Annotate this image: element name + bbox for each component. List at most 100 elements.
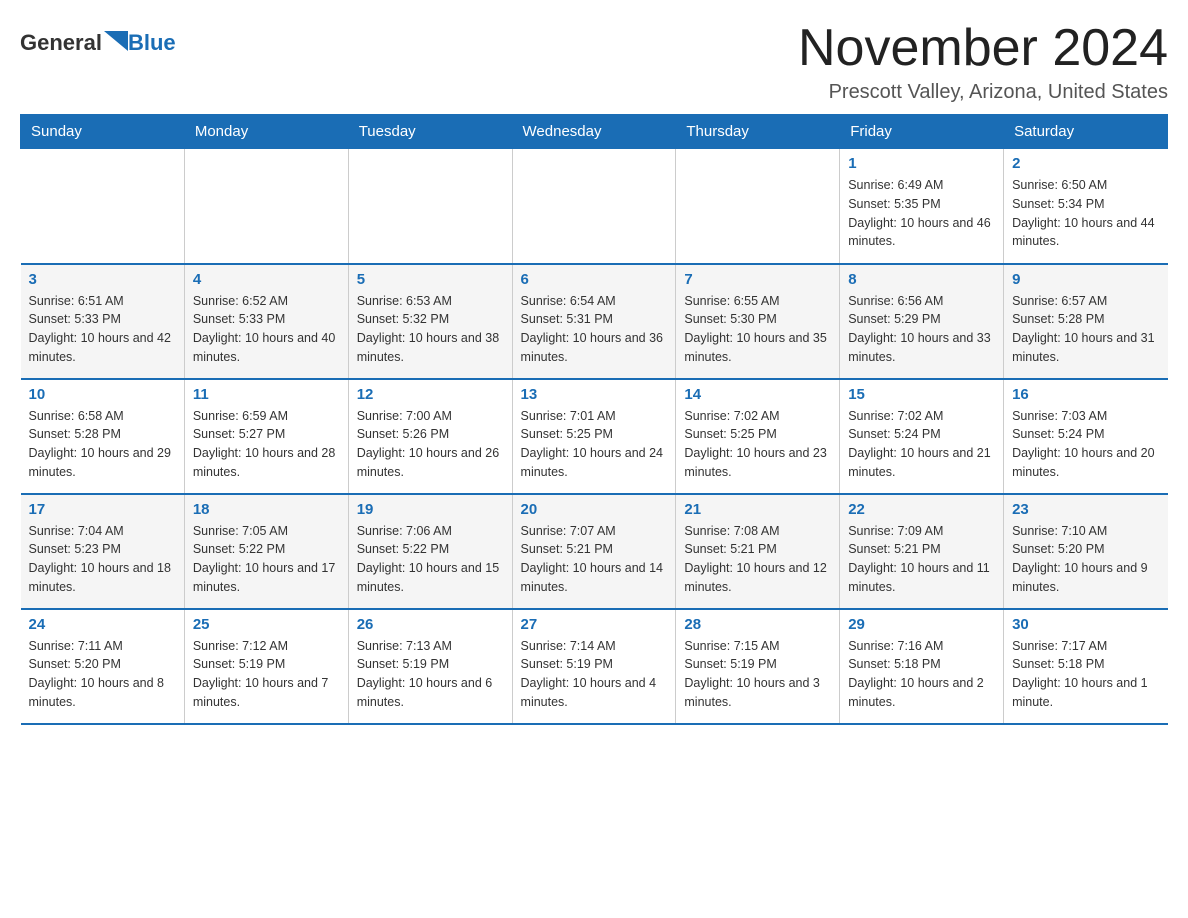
day-number: 5 [357,271,504,288]
day-info: Sunrise: 7:16 AMSunset: 5:18 PMDaylight:… [848,637,995,712]
day-number: 1 [848,155,995,172]
day-info: Sunrise: 7:01 AMSunset: 5:25 PMDaylight:… [521,407,668,482]
day-number: 20 [521,501,668,518]
day-info: Sunrise: 7:14 AMSunset: 5:19 PMDaylight:… [521,637,668,712]
calendar-day-cell [184,149,348,264]
calendar-day-cell: 1 Sunrise: 6:49 AMSunset: 5:35 PMDaylight… [840,149,1004,264]
calendar-day-cell [348,149,512,264]
day-info: Sunrise: 6:56 AMSunset: 5:29 PMDaylight:… [848,292,995,367]
day-info: Sunrise: 6:55 AMSunset: 5:30 PMDaylight:… [684,292,831,367]
calendar-week-row: 3Sunrise: 6:51 AMSunset: 5:33 PMDaylight… [21,264,1168,379]
day-number: 14 [684,386,831,403]
day-info: Sunrise: 7:17 AMSunset: 5:18 PMDaylight:… [1012,637,1159,712]
day-info: Sunrise: 7:10 AMSunset: 5:20 PMDaylight:… [1012,522,1159,597]
day-info: Sunrise: 7:15 AMSunset: 5:19 PMDaylight:… [684,637,831,712]
calendar-day-cell: 18 Sunrise: 7:05 AMSunset: 5:22 PMDayligh… [184,494,348,609]
calendar-day-cell: 8 Sunrise: 6:56 AMSunset: 5:29 PMDaylight… [840,264,1004,379]
title-area: November 2024 Prescott Valley, Arizona, … [798,20,1168,104]
calendar-week-row: 10Sunrise: 6:58 AMSunset: 5:28 PMDayligh… [21,379,1168,494]
calendar-day-cell: 19 Sunrise: 7:06 AMSunset: 5:22 PMDayligh… [348,494,512,609]
calendar-day-cell: 26 Sunrise: 7:13 AMSunset: 5:19 PMDayligh… [348,609,512,724]
weekday-header-saturday: Saturday [1004,115,1168,149]
day-number: 22 [848,501,995,518]
calendar-day-cell: 16 Sunrise: 7:03 AMSunset: 5:24 PMDayligh… [1004,379,1168,494]
day-number: 7 [684,271,831,288]
calendar-day-cell: 20Sunrise: 7:07 AMSunset: 5:21 PMDayligh… [512,494,676,609]
weekday-header-monday: Monday [184,115,348,149]
logo-general-text: General [20,30,102,56]
day-info: Sunrise: 7:04 AMSunset: 5:23 PMDaylight:… [29,522,176,597]
day-info: Sunrise: 6:54 AMSunset: 5:31 PMDaylight:… [521,292,668,367]
day-number: 25 [193,616,340,633]
day-info: Sunrise: 6:59 AMSunset: 5:27 PMDaylight:… [193,407,340,482]
day-number: 12 [357,386,504,403]
day-number: 11 [193,386,340,403]
day-info: Sunrise: 6:58 AMSunset: 5:28 PMDaylight:… [29,407,176,482]
calendar-table: SundayMondayTuesdayWednesdayThursdayFrid… [20,114,1168,725]
day-info: Sunrise: 7:09 AMSunset: 5:21 PMDaylight:… [848,522,995,597]
day-info: Sunrise: 7:00 AMSunset: 5:26 PMDaylight:… [357,407,504,482]
weekday-header-thursday: Thursday [676,115,840,149]
day-info: Sunrise: 7:05 AMSunset: 5:22 PMDaylight:… [193,522,340,597]
location: Prescott Valley, Arizona, United States [798,81,1168,104]
day-number: 17 [29,501,176,518]
calendar-day-cell: 25Sunrise: 7:12 AMSunset: 5:19 PMDayligh… [184,609,348,724]
month-title: November 2024 [798,20,1168,77]
day-number: 6 [521,271,668,288]
day-info: Sunrise: 7:06 AMSunset: 5:22 PMDaylight:… [357,522,504,597]
calendar-day-cell: 24Sunrise: 7:11 AMSunset: 5:20 PMDayligh… [21,609,185,724]
day-number: 23 [1012,501,1159,518]
day-number: 27 [521,616,668,633]
day-number: 18 [193,501,340,518]
calendar-day-cell: 21 Sunrise: 7:08 AMSunset: 5:21 PMDayligh… [676,494,840,609]
calendar-day-cell: 30 Sunrise: 7:17 AMSunset: 5:18 PMDayligh… [1004,609,1168,724]
calendar-day-cell: 15 Sunrise: 7:02 AMSunset: 5:24 PMDayligh… [840,379,1004,494]
calendar-day-cell [676,149,840,264]
day-number: 28 [684,616,831,633]
day-number: 19 [357,501,504,518]
calendar-day-cell: 14Sunrise: 7:02 AMSunset: 5:25 PMDayligh… [676,379,840,494]
logo-icon [104,31,128,55]
calendar-day-cell: 6 Sunrise: 6:54 AMSunset: 5:31 PMDaylight… [512,264,676,379]
day-info: Sunrise: 7:03 AMSunset: 5:24 PMDaylight:… [1012,407,1159,482]
calendar-day-cell: 29 Sunrise: 7:16 AMSunset: 5:18 PMDayligh… [840,609,1004,724]
logo: General Blue [20,20,176,56]
calendar-day-cell [21,149,185,264]
weekday-header-wednesday: Wednesday [512,115,676,149]
calendar-week-row: 24Sunrise: 7:11 AMSunset: 5:20 PMDayligh… [21,609,1168,724]
day-info: Sunrise: 6:49 AMSunset: 5:35 PMDaylight:… [848,176,995,251]
day-number: 16 [1012,386,1159,403]
calendar-day-cell: 9Sunrise: 6:57 AMSunset: 5:28 PMDaylight… [1004,264,1168,379]
calendar-week-row: 1 Sunrise: 6:49 AMSunset: 5:35 PMDaylight… [21,149,1168,264]
day-info: Sunrise: 7:13 AMSunset: 5:19 PMDaylight:… [357,637,504,712]
calendar-day-cell [512,149,676,264]
day-info: Sunrise: 6:50 AMSunset: 5:34 PMDaylight:… [1012,176,1159,251]
day-number: 21 [684,501,831,518]
calendar-day-cell: 12 Sunrise: 7:00 AMSunset: 5:26 PMDayligh… [348,379,512,494]
day-number: 30 [1012,616,1159,633]
day-info: Sunrise: 7:08 AMSunset: 5:21 PMDaylight:… [684,522,831,597]
day-number: 29 [848,616,995,633]
day-number: 3 [29,271,176,288]
calendar-day-cell: 17 Sunrise: 7:04 AMSunset: 5:23 PMDayligh… [21,494,185,609]
day-info: Sunrise: 6:52 AMSunset: 5:33 PMDaylight:… [193,292,340,367]
weekday-header-friday: Friday [840,115,1004,149]
day-number: 15 [848,386,995,403]
calendar-day-cell: 4Sunrise: 6:52 AMSunset: 5:33 PMDaylight… [184,264,348,379]
day-info: Sunrise: 6:53 AMSunset: 5:32 PMDaylight:… [357,292,504,367]
day-info: Sunrise: 6:57 AMSunset: 5:28 PMDaylight:… [1012,292,1159,367]
day-number: 26 [357,616,504,633]
calendar-day-cell: 23 Sunrise: 7:10 AMSunset: 5:20 PMDayligh… [1004,494,1168,609]
calendar-header-row: SundayMondayTuesdayWednesdayThursdayFrid… [21,115,1168,149]
logo-blue-text: Blue [128,30,176,56]
calendar-day-cell: 7 Sunrise: 6:55 AMSunset: 5:30 PMDaylight… [676,264,840,379]
day-number: 8 [848,271,995,288]
calendar-day-cell: 5 Sunrise: 6:53 AMSunset: 5:32 PMDaylight… [348,264,512,379]
day-info: Sunrise: 7:11 AMSunset: 5:20 PMDaylight:… [29,637,176,712]
calendar-day-cell: 22 Sunrise: 7:09 AMSunset: 5:21 PMDayligh… [840,494,1004,609]
calendar-day-cell: 10Sunrise: 6:58 AMSunset: 5:28 PMDayligh… [21,379,185,494]
day-number: 13 [521,386,668,403]
day-info: Sunrise: 7:02 AMSunset: 5:24 PMDaylight:… [848,407,995,482]
day-number: 2 [1012,155,1159,172]
calendar-week-row: 17 Sunrise: 7:04 AMSunset: 5:23 PMDayligh… [21,494,1168,609]
